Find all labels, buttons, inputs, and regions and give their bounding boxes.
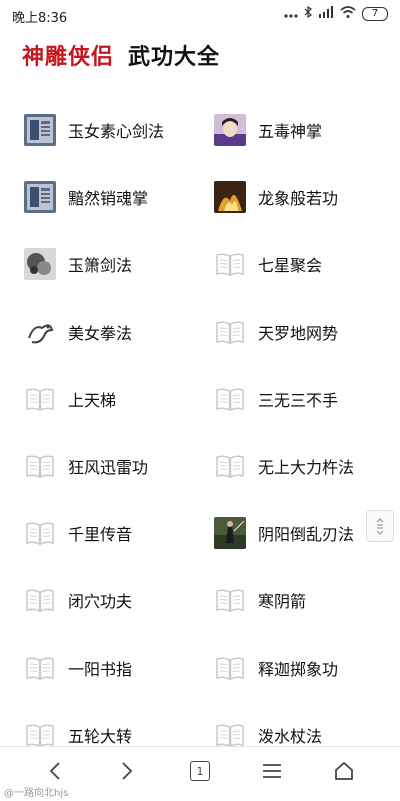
forward-arrow-icon — [122, 762, 133, 780]
status-bar: 晚上8:36 7 — [0, 0, 400, 30]
skill-grid: 玉女素心剑法 五毒神掌黯然销魂掌 龙象般若功玉箫剑法 七星聚会美女拳法 天罗地网势上天梯… — [0, 96, 400, 746]
skill-label: 上天梯 — [68, 390, 117, 410]
menu-icon — [263, 764, 281, 778]
skill-label: 五毒神掌 — [258, 122, 323, 141]
scroll-handle-icon — [376, 518, 384, 535]
skill-item[interactable]: 黯然销魂掌 — [24, 177, 148, 217]
skill-item[interactable]: 狂风迅雷功 — [24, 446, 148, 486]
book-icon — [214, 248, 246, 280]
page-subtitle: 武功大全 — [128, 45, 221, 70]
scroll-handle[interactable] — [366, 510, 394, 542]
skill-item[interactable]: 千里传音 — [24, 513, 132, 553]
ink-image-icon — [24, 248, 56, 281]
portrait-image-icon — [214, 114, 246, 146]
signal-icon — [318, 6, 334, 22]
skill-label: 七星聚会 — [258, 256, 323, 276]
book-icon — [24, 450, 56, 482]
skill-item[interactable]: 玉箫剑法 — [24, 244, 132, 284]
skill-label: 三无三不手 — [258, 390, 339, 410]
skill-label: 天罗地网势 — [258, 323, 339, 343]
skill-label: 千里传音 — [68, 525, 133, 545]
skill-label: 龙象般若功 — [258, 189, 339, 209]
book-icon — [24, 383, 56, 415]
fire-image-icon — [214, 181, 246, 214]
skill-item[interactable]: 五轮大转 — [24, 715, 132, 746]
status-icons: 7 — [284, 5, 388, 22]
book-icon — [214, 584, 246, 616]
skill-item[interactable]: 七星聚会 — [214, 244, 322, 284]
skill-label: 玉女素心剑法 — [68, 122, 165, 141]
back-button[interactable] — [37, 755, 73, 787]
skill-label: 美女拳法 — [68, 323, 133, 343]
skill-label: 寒阴箭 — [258, 592, 307, 612]
more-dots-icon — [284, 7, 298, 22]
book-icon — [24, 719, 56, 746]
skill-item[interactable]: 一阳书指 — [24, 648, 132, 688]
home-button[interactable] — [326, 755, 362, 787]
tab-count: 1 — [196, 764, 204, 778]
skill-item[interactable]: 闭穴功夫 — [24, 580, 132, 620]
book-icon — [214, 316, 246, 348]
book-image-icon — [24, 181, 56, 214]
watermark: @一路向北hjs — [4, 788, 69, 799]
book-icon — [24, 652, 56, 684]
book-icon — [24, 517, 56, 549]
skill-item[interactable]: 阴阳倒乱刃法 — [214, 513, 354, 553]
skill-label: 狂风迅雷功 — [68, 458, 149, 477]
skill-item[interactable]: 五毒神掌 — [214, 110, 322, 150]
skill-item[interactable]: 玉女素心剑法 — [24, 110, 164, 150]
skill-item[interactable]: 寒阴箭 — [214, 580, 306, 620]
skill-item[interactable]: 上天梯 — [24, 379, 116, 419]
skill-label: 闭穴功夫 — [68, 592, 133, 612]
skill-label: 五轮大转 — [68, 726, 133, 746]
skill-item[interactable]: 美女拳法 — [24, 312, 132, 352]
skill-item[interactable]: 龙象般若功 — [214, 177, 338, 217]
skill-label: 一阳书指 — [68, 659, 133, 679]
skill-item[interactable]: 泼水杖法 — [214, 715, 322, 746]
back-arrow-icon — [49, 762, 60, 780]
menu-button[interactable] — [254, 755, 290, 787]
book-icon — [214, 719, 246, 746]
skill-label: 泼水杖法 — [258, 726, 323, 746]
skill-label: 玉箫剑法 — [68, 256, 133, 276]
bluetooth-icon — [304, 5, 312, 22]
battery-icon: 7 — [362, 7, 388, 21]
home-icon — [335, 762, 353, 780]
skill-item[interactable]: 天罗地网势 — [214, 312, 338, 352]
skill-label: 黯然销魂掌 — [68, 189, 149, 209]
dragon-image-icon — [24, 315, 56, 348]
brand-title: 神雕侠侣 — [22, 45, 115, 70]
tabs-icon: 1 — [190, 761, 210, 781]
book-image-icon — [24, 114, 56, 146]
book-icon — [214, 450, 246, 482]
status-time: 晚上8:36 — [12, 11, 68, 26]
skill-item[interactable]: 三无三不手 — [214, 379, 338, 419]
book-icon — [24, 584, 56, 616]
book-icon — [214, 652, 246, 684]
book-icon — [214, 383, 246, 415]
skill-label: 阴阳倒乱刃法 — [258, 525, 355, 545]
skill-label: 无上大力杵法 — [258, 458, 355, 477]
wifi-icon — [340, 6, 356, 22]
skill-item[interactable]: 无上大力杵法 — [214, 446, 354, 486]
page-title: 神雕侠侣 武功大全 — [22, 38, 220, 72]
swordsman-image-icon — [214, 517, 246, 550]
tabs-button[interactable]: 1 — [182, 755, 218, 787]
skill-item[interactable]: 释迦掷象功 — [214, 648, 338, 688]
forward-button[interactable] — [109, 755, 145, 787]
skill-label: 释迦掷象功 — [258, 659, 339, 679]
